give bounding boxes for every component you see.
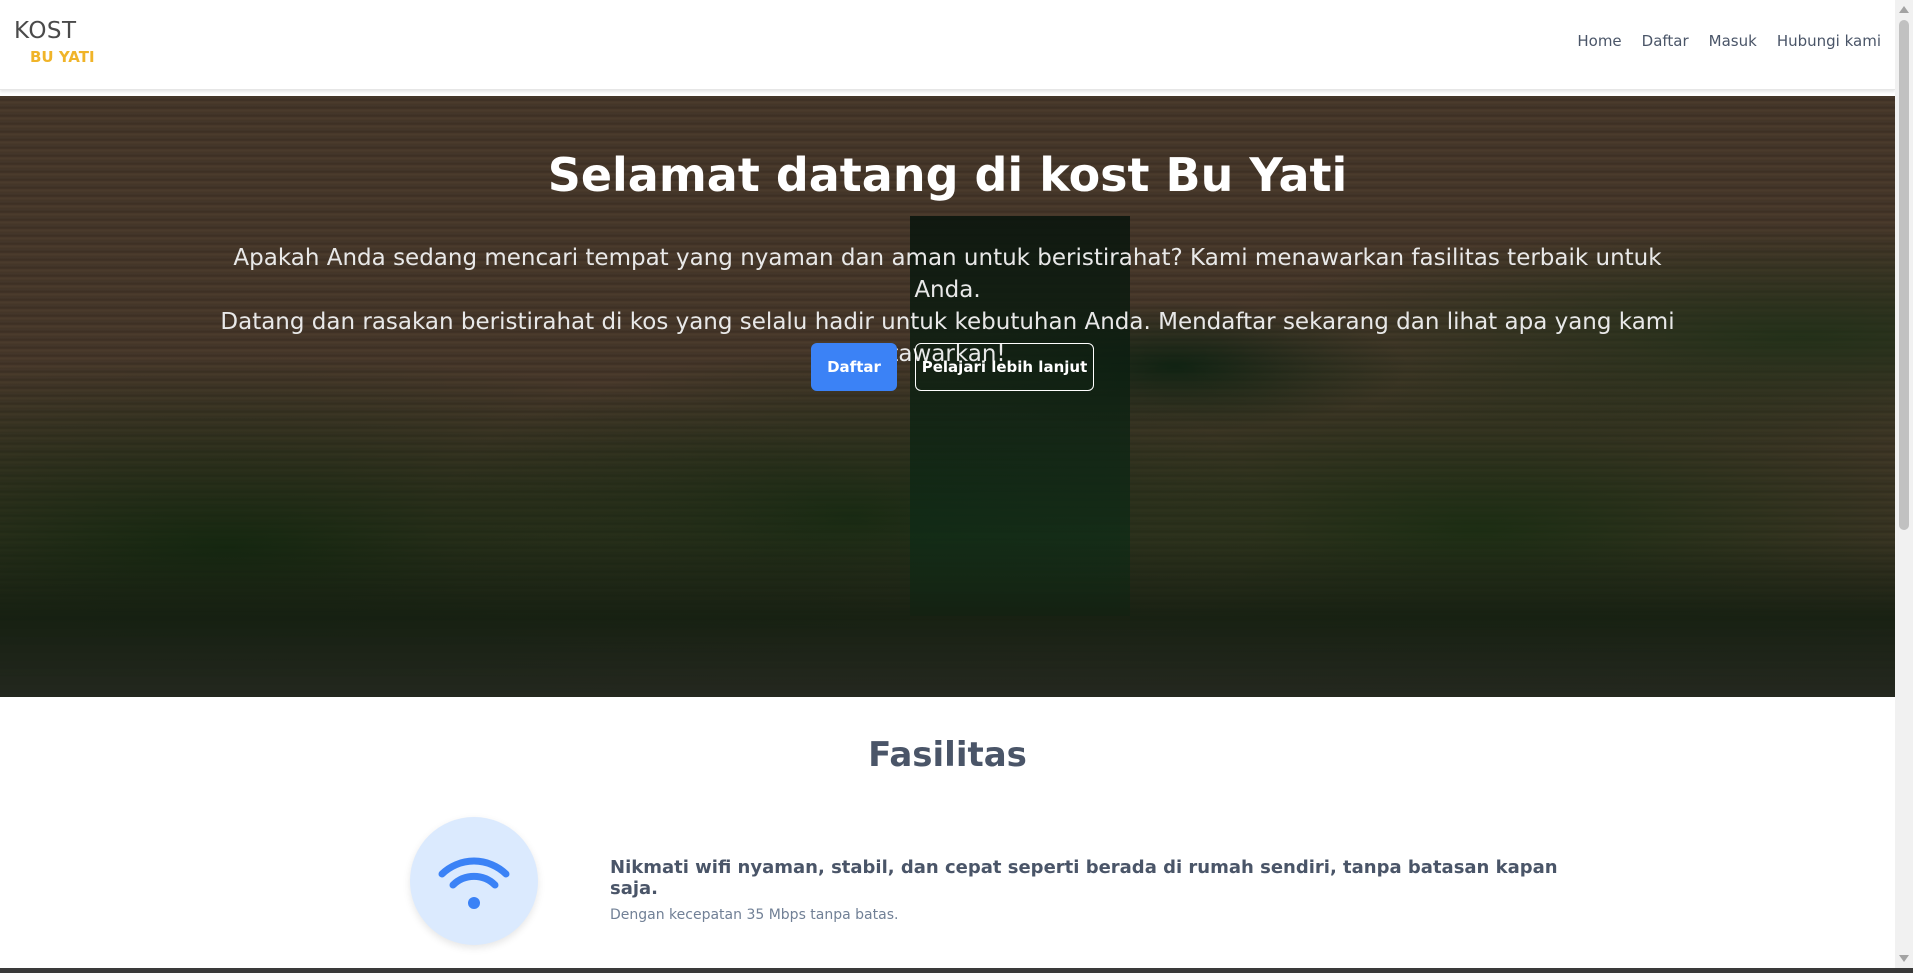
daftar-button[interactable]: Daftar xyxy=(811,343,897,391)
page: KOST BU YATI Home Daftar Masuk Hubungi k… xyxy=(0,0,1895,968)
facilities-section: Fasilitas Nikmati wifi nyaman, stabil, d… xyxy=(0,697,1895,968)
brand-logo[interactable]: KOST BU YATI xyxy=(14,18,95,66)
hero-section: Selamat datang di kost Bu Yati Apakah An… xyxy=(0,96,1895,697)
facility-text: Nikmati wifi nyaman, stabil, dan cepat s… xyxy=(610,857,1610,923)
nav-masuk-link[interactable]: Masuk xyxy=(1709,32,1757,50)
facility-heading: Nikmati wifi nyaman, stabil, dan cepat s… xyxy=(610,857,1558,899)
brand-main-text: KOST xyxy=(14,18,77,44)
scroll-up-arrow-icon[interactable] xyxy=(1899,6,1909,13)
hero-description-line-1: Apakah Anda sedang mencari tempat yang n… xyxy=(233,245,1662,303)
facility-icon-circle xyxy=(410,817,538,945)
scrollbar-thumb[interactable] xyxy=(1899,20,1909,530)
hero-title: Selamat datang di kost Bu Yati xyxy=(547,148,1348,202)
facility-item-wifi: Nikmati wifi nyaman, stabil, dan cepat s… xyxy=(410,817,1610,947)
facility-subtext: Dengan kecepatan 35 Mbps tanpa batas. xyxy=(610,907,899,923)
navbar: KOST BU YATI Home Daftar Masuk Hubungi k… xyxy=(0,0,1895,90)
facilities-title: Fasilitas xyxy=(868,735,1027,775)
nav-home-link[interactable]: Home xyxy=(1577,32,1621,50)
wifi-icon xyxy=(438,857,510,909)
window-bottom-edge xyxy=(0,968,1913,973)
learn-more-button[interactable]: Pelajari lebih lanjut xyxy=(915,343,1094,391)
nav-hubungi-link[interactable]: Hubungi kami xyxy=(1777,32,1881,50)
scroll-down-arrow-icon[interactable] xyxy=(1899,955,1909,962)
hero-button-group: Daftar Pelajari lebih lanjut xyxy=(0,343,1895,391)
nav-daftar-link[interactable]: Daftar xyxy=(1642,32,1689,50)
brand-sub-text: BU YATI xyxy=(30,48,95,66)
nav-menu: Home Daftar Masuk Hubungi kami xyxy=(1557,32,1881,50)
page-scrollbar[interactable] xyxy=(1895,0,1913,968)
